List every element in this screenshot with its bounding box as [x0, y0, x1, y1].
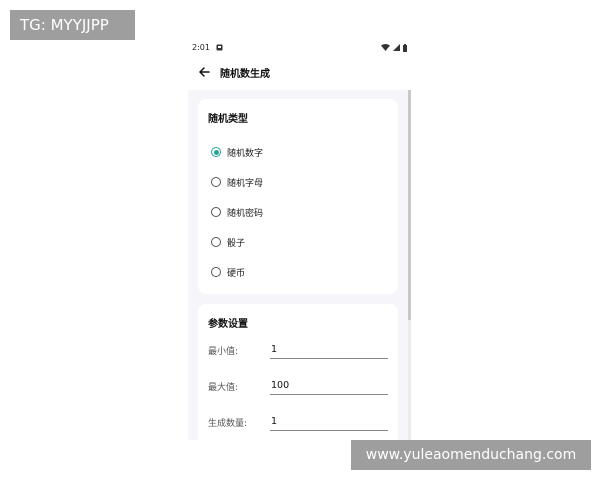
wifi-icon: [381, 44, 390, 51]
param-row-max: 最大值:: [208, 368, 388, 404]
param-label: 最大值:: [208, 382, 239, 393]
radio-button[interactable]: [211, 147, 221, 157]
scrollbar[interactable]: [408, 90, 411, 440]
radio-label: 随机数字: [227, 148, 264, 159]
param-label: 最小值:: [208, 346, 239, 357]
radio-option-coin[interactable]: 硬币: [208, 257, 388, 287]
radio-option-dice[interactable]: 骰子: [208, 227, 388, 257]
radio-option-letter[interactable]: 随机字母: [208, 167, 388, 197]
phone-screen: 2:01 随机数生成 随机类型 随机数字 随机字母 随机密码 骰子 硬币 参数设…: [188, 40, 411, 440]
watermark-top: TG: MYYJJPP: [10, 10, 135, 40]
back-arrow-icon[interactable]: [198, 63, 210, 82]
radio-label: 硬币: [227, 268, 246, 279]
params-title: 参数设置: [208, 319, 248, 330]
radio-label: 骰子: [227, 238, 246, 249]
watermark-bottom: www.yuleaomenduchang.com: [351, 440, 591, 470]
content-area: 随机类型 随机数字 随机字母 随机密码 骰子 硬币 参数设置 最小值: 1 最大…: [188, 90, 408, 440]
param-row-min: 最小值:: [208, 332, 388, 368]
status-time: 2:01: [192, 43, 210, 52]
signal-icon: [393, 44, 400, 51]
radio-button[interactable]: [211, 237, 221, 247]
param-label: 生成数量:: [208, 418, 248, 429]
random-type-card: 随机类型 随机数字 随机字母 随机密码 骰子 硬币: [198, 99, 398, 294]
random-type-title: 随机类型: [208, 114, 248, 125]
battery-icon: [403, 43, 407, 52]
radio-button[interactable]: [211, 177, 221, 187]
app-bar: 随机数生成: [188, 55, 411, 89]
radio-option-number[interactable]: 随机数字: [208, 137, 388, 167]
radio-button[interactable]: [211, 207, 221, 217]
radio-label: 随机字母: [227, 178, 264, 189]
notification-icon: [216, 44, 223, 51]
radio-option-password[interactable]: 随机密码: [208, 197, 388, 227]
param-row-count: 生成数量:: [208, 404, 388, 440]
radio-button[interactable]: [211, 267, 221, 277]
page-title: 随机数生成: [220, 68, 270, 80]
count-input[interactable]: [270, 413, 388, 431]
status-bar: 2:01: [188, 40, 411, 55]
min-value-input[interactable]: [270, 341, 388, 359]
params-card: 参数设置 最小值: 最大值: 生成数量:: [198, 304, 398, 440]
radio-label: 随机密码: [227, 208, 264, 219]
scrollbar-thumb[interactable]: [408, 90, 411, 320]
max-value-input[interactable]: [270, 377, 388, 395]
